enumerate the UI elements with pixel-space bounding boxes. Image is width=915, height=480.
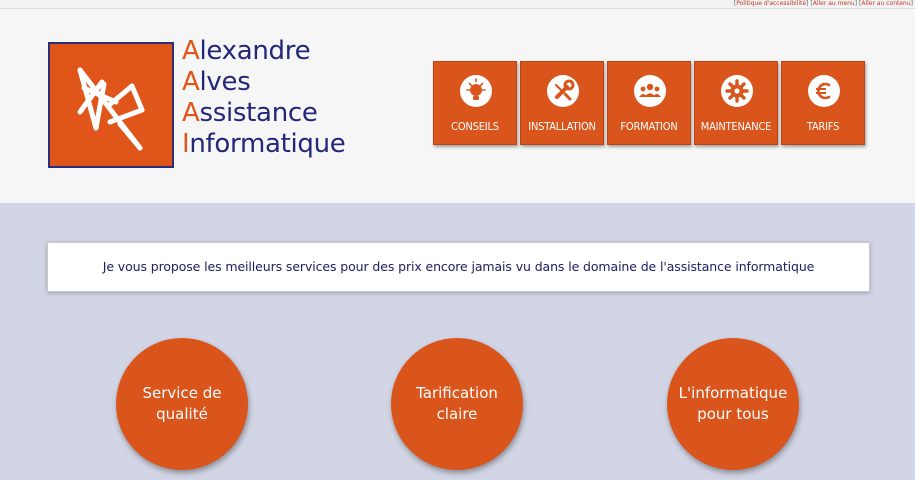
nav-label-installation: INSTALLATION — [528, 120, 596, 133]
feature-text-line: claire — [436, 405, 478, 423]
skip-to-menu-link[interactable]: Aller au menu — [813, 0, 855, 7]
tagline-banner: Je vous propose les meilleurs services p… — [47, 242, 870, 292]
nav-tile-tarifs[interactable]: TARIFS — [781, 61, 865, 145]
main-content: Je vous propose les meilleurs services p… — [0, 203, 915, 480]
skip-to-content-link[interactable]: Aller au contenu — [861, 0, 910, 7]
lightbulb-icon — [460, 75, 492, 107]
wrench-icon — [547, 75, 579, 107]
feature-text-line: Service de — [142, 384, 222, 402]
brand-name[interactable]: Alexandre Alves Assistance Informatique — [182, 36, 346, 160]
nav-tile-conseils[interactable]: CONSEILS — [433, 61, 517, 145]
site-logo[interactable] — [48, 42, 174, 168]
brand-line-2: Alves — [182, 67, 251, 97]
ladder-logo-icon — [77, 67, 145, 151]
site-header: Alexandre Alves Assistance Informatique — [0, 9, 915, 203]
main-nav: CONSEILS INSTALLATION FORMATION MAINTENA… — [433, 61, 865, 145]
brand-line-1: Alexandre — [182, 36, 311, 66]
nav-tile-formation[interactable]: FORMATION — [607, 61, 691, 145]
accessibility-bar: [Politique d'accessibilité] [Aller au me… — [0, 0, 915, 9]
nav-tile-maintenance[interactable]: MAINTENANCE — [694, 61, 778, 145]
brand-line-4: Informatique — [182, 129, 346, 159]
accessibility-policy-link[interactable]: Politique d'accessibilité — [736, 0, 806, 7]
brand-line-3: Assistance — [182, 98, 318, 128]
nav-label-tarifs: TARIFS — [806, 120, 840, 133]
nav-label-maintenance: MAINTENANCE — [700, 120, 772, 133]
nav-label-formation: FORMATION — [620, 120, 678, 133]
gear-icon — [721, 75, 753, 107]
feature-text-line: pour tous — [697, 405, 769, 423]
feature-circle-for-everyone[interactable]: L'informatique pour tous — [667, 338, 799, 470]
nav-label-conseils: CONSEILS — [451, 120, 499, 133]
feature-circle-quality[interactable]: Service de qualité — [116, 338, 248, 470]
nav-tile-installation[interactable]: INSTALLATION — [520, 61, 604, 145]
feature-text-line: L'informatique — [678, 384, 788, 402]
feature-circle-pricing[interactable]: Tarification claire — [391, 338, 523, 470]
euro-icon — [808, 75, 840, 107]
group-icon — [634, 75, 666, 107]
feature-text-line: Tarification — [416, 384, 498, 402]
feature-text-line: qualité — [156, 405, 208, 423]
